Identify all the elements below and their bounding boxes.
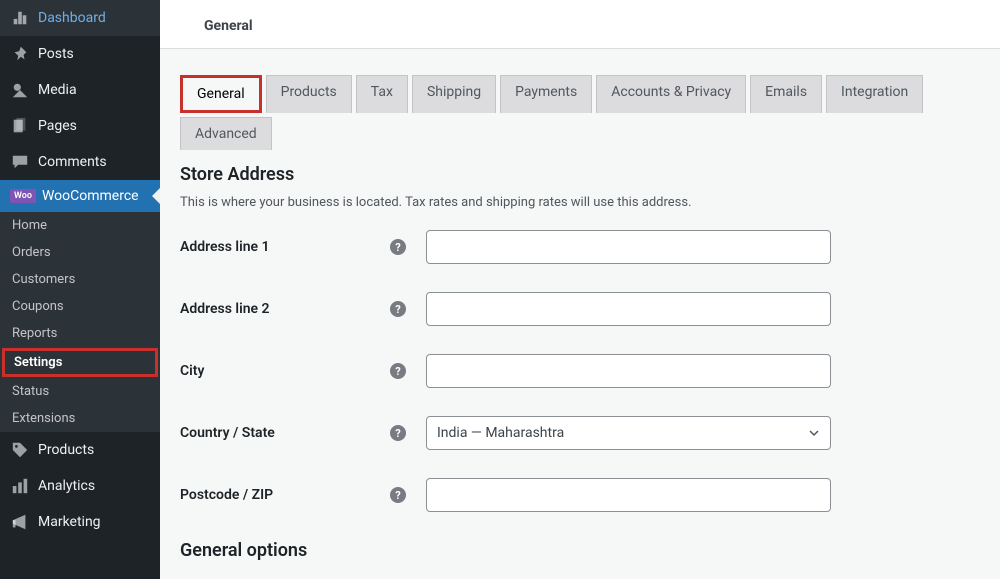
products-icon <box>10 440 30 460</box>
main-content: General General Products Tax Shipping Pa… <box>160 0 1000 579</box>
tab-emails[interactable]: Emails <box>750 75 822 113</box>
woo-icon: Woo <box>10 189 36 203</box>
address-line-1-input[interactable] <box>426 230 831 264</box>
sidebar-item-products[interactable]: Products <box>0 432 160 468</box>
help-icon[interactable]: ? <box>390 425 406 441</box>
page-icon <box>10 116 30 136</box>
pin-icon <box>10 44 30 64</box>
submenu-home[interactable]: Home <box>0 212 160 239</box>
tab-advanced[interactable]: Advanced <box>180 117 272 150</box>
postcode-input[interactable] <box>426 478 831 512</box>
sidebar-item-analytics[interactable]: Analytics <box>0 468 160 504</box>
label-address-1: Address line 1 <box>180 239 390 255</box>
row-postcode: Postcode / ZIP ? <box>180 478 980 512</box>
sidebar-label: Dashboard <box>38 10 106 26</box>
submenu-orders[interactable]: Orders <box>0 239 160 266</box>
submenu-settings[interactable]: Settings <box>2 348 158 377</box>
media-icon <box>10 80 30 100</box>
country-state-select[interactable]: India — Maharashtra <box>426 416 831 450</box>
row-address-1: Address line 1 ? <box>180 230 980 264</box>
submenu-coupons[interactable]: Coupons <box>0 293 160 320</box>
woocommerce-submenu: Home Orders Customers Coupons Reports Se… <box>0 212 160 432</box>
sidebar-label: Pages <box>38 118 77 134</box>
tab-shipping[interactable]: Shipping <box>412 75 496 113</box>
label-city: City <box>180 363 390 379</box>
store-address-heading: Store Address <box>180 164 980 185</box>
help-icon[interactable]: ? <box>390 487 406 503</box>
sidebar-item-dashboard[interactable]: Dashboard <box>0 0 160 36</box>
submenu-extensions[interactable]: Extensions <box>0 405 160 432</box>
submenu-customers[interactable]: Customers <box>0 266 160 293</box>
tab-accounts-privacy[interactable]: Accounts & Privacy <box>596 75 746 113</box>
country-selected-value: India — Maharashtra <box>437 425 564 441</box>
sidebar-label: Analytics <box>38 478 95 494</box>
tab-payments[interactable]: Payments <box>500 75 592 113</box>
address-line-2-input[interactable] <box>426 292 831 326</box>
help-icon[interactable]: ? <box>390 363 406 379</box>
top-tab-general[interactable]: General <box>204 18 253 34</box>
sidebar-item-pages[interactable]: Pages <box>0 108 160 144</box>
admin-sidebar: Dashboard Posts Media Pages Comments Woo… <box>0 0 160 579</box>
help-icon[interactable]: ? <box>390 239 406 255</box>
sidebar-label: Comments <box>38 154 107 170</box>
sidebar-item-comments[interactable]: Comments <box>0 144 160 180</box>
sidebar-label: WooCommerce <box>42 188 139 204</box>
settings-content: General Products Tax Shipping Payments A… <box>160 49 1000 579</box>
top-bar: General <box>160 0 1000 49</box>
chevron-down-icon <box>808 427 820 439</box>
sidebar-item-marketing[interactable]: Marketing <box>0 504 160 540</box>
tab-general[interactable]: General <box>180 75 262 113</box>
marketing-icon <box>10 512 30 532</box>
store-address-desc: This is where your business is located. … <box>180 195 980 210</box>
comment-icon <box>10 152 30 172</box>
row-country: Country / State ? India — Maharashtra <box>180 416 980 450</box>
sidebar-item-media[interactable]: Media <box>0 72 160 108</box>
analytics-icon <box>10 476 30 496</box>
sidebar-label: Posts <box>38 46 74 62</box>
city-input[interactable] <box>426 354 831 388</box>
tab-tax[interactable]: Tax <box>356 75 408 113</box>
sidebar-label: Products <box>38 442 94 458</box>
tab-products[interactable]: Products <box>266 75 352 113</box>
tab-integration[interactable]: Integration <box>826 75 923 113</box>
label-postcode: Postcode / ZIP <box>180 487 390 503</box>
sidebar-item-woocommerce[interactable]: Woo WooCommerce <box>0 180 160 212</box>
sidebar-item-posts[interactable]: Posts <box>0 36 160 72</box>
label-country: Country / State <box>180 425 390 441</box>
row-address-2: Address line 2 ? <box>180 292 980 326</box>
sidebar-label: Media <box>38 82 77 98</box>
settings-tabs: General Products Tax Shipping Payments A… <box>180 75 980 150</box>
sidebar-label: Marketing <box>38 514 101 530</box>
submenu-status[interactable]: Status <box>0 378 160 405</box>
dashboard-icon <box>10 8 30 28</box>
label-address-2: Address line 2 <box>180 301 390 317</box>
help-icon[interactable]: ? <box>390 301 406 317</box>
submenu-reports[interactable]: Reports <box>0 320 160 347</box>
general-options-heading: General options <box>180 540 980 561</box>
row-city: City ? <box>180 354 980 388</box>
